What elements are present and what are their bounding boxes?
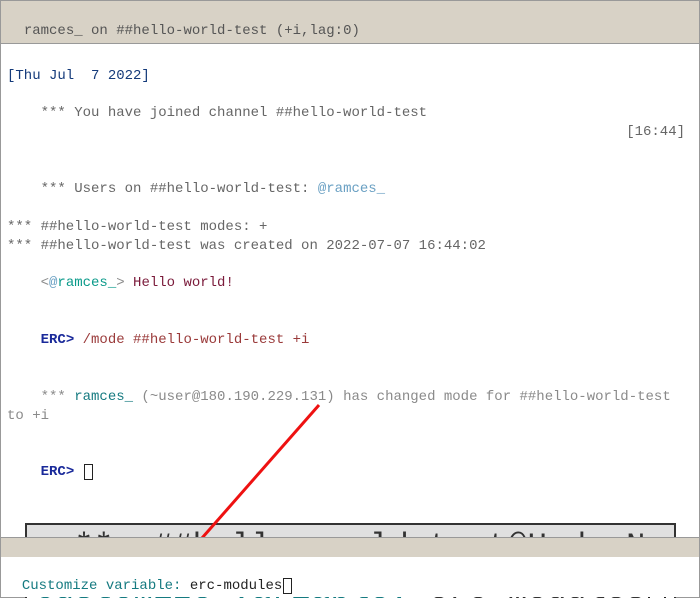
mode-change-line: *** ramces_ (~user@180.190.229.131) has … — [7, 369, 693, 445]
erc-prompt: ERC> — [41, 332, 83, 348]
minibuffer-prompt: Customize variable: — [22, 578, 190, 594]
stars: *** — [41, 389, 75, 405]
message-line: <@ramces_> Hello world! — [7, 256, 693, 313]
minibuffer-cursor — [283, 578, 292, 594]
bracket-open: < — [41, 275, 49, 291]
message-text: Hello world! — [133, 275, 234, 291]
titlebar-text: ramces_ on ##hello-world-test (+i,lag:0) — [24, 23, 360, 39]
erc-prompt: ERC> — [41, 464, 83, 480]
window-titlebar: ramces_ on ##hello-world-test (+i,lag:0) — [1, 1, 699, 44]
bracket-close: > — [116, 275, 133, 291]
join-line: *** You have joined channel ##hello-worl… — [7, 86, 693, 162]
mode-change-nick: ramces_ — [74, 389, 133, 405]
created-line: *** ##hello-world-test was created on 20… — [7, 237, 693, 256]
command-line: ERC> /mode ##hello-world-test +i — [7, 312, 693, 369]
minibuffer[interactable]: Customize variable: erc-modules — [1, 557, 699, 597]
erc-buffer: [Thu Jul 7 2022] *** You have joined cha… — [1, 44, 699, 598]
mode-command: /mode ##hello-world-test +i — [83, 332, 310, 348]
users-prefix: *** Users on ##hello-world-test: — [41, 181, 318, 197]
users-line: *** Users on ##hello-world-test: @ramces… — [7, 161, 693, 218]
minibuffer-value: erc-modules — [190, 578, 282, 594]
text-cursor — [84, 464, 93, 480]
join-text: *** You have joined channel ##hello-worl… — [41, 105, 427, 121]
spacer — [7, 48, 693, 67]
users-op: @ramces_ — [318, 181, 385, 197]
modes-line: *** ##hello-world-test modes: + — [7, 218, 693, 237]
input-line[interactable]: ERC> — [7, 444, 693, 501]
date-line: [Thu Jul 7 2022] — [7, 67, 693, 86]
speaker-nick: ramces_ — [57, 275, 116, 291]
join-timestamp: [16:44] — [626, 123, 685, 142]
